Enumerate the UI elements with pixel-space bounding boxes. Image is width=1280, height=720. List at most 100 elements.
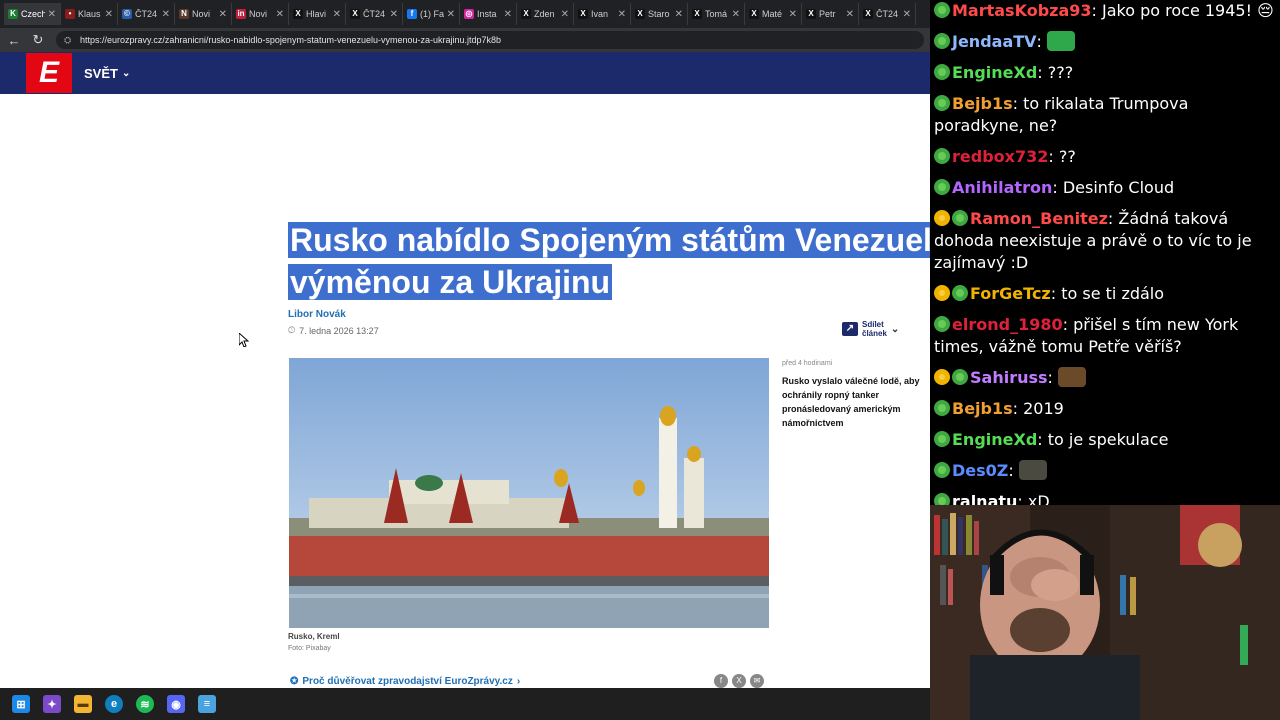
browser-tab[interactable]: X Maté ✕	[745, 3, 802, 25]
chat-username[interactable]: Sahiruss	[970, 368, 1048, 387]
trust-link[interactable]: ✪ Proč důvěřovat zpravodajství EuroZpráv…	[290, 676, 520, 687]
chat-username[interactable]: JendaaTV	[952, 32, 1037, 51]
address-bar: ← ↻ ⛭ https://eurozpravy.cz/zahranicni/r…	[0, 28, 930, 52]
tab-close-icon[interactable]: ✕	[105, 9, 113, 20]
tab-close-icon[interactable]: ✕	[846, 9, 854, 20]
chat-message: Bejb1s: to rikalata Trumpova poradkyne, …	[934, 93, 1280, 137]
platform-badge-icon	[934, 400, 950, 416]
tab-close-icon[interactable]: ✕	[561, 9, 569, 20]
copilot-icon[interactable]: ✦	[43, 695, 61, 713]
tab-close-icon[interactable]: ✕	[390, 9, 398, 20]
tab-label: Czech	[21, 9, 45, 19]
tab-close-icon[interactable]: ✕	[447, 9, 455, 20]
subscriber-badge-icon	[934, 285, 950, 301]
tab-label: Staro	[648, 9, 670, 19]
facebook-icon[interactable]: f	[714, 674, 728, 688]
site-logo[interactable]: E	[26, 53, 72, 93]
browser-tab[interactable]: X Staro ✕	[631, 3, 688, 25]
chat-username[interactable]: elrond_1980	[952, 315, 1063, 334]
browser-tab[interactable]: X Tomá ✕	[688, 3, 745, 25]
chat-separator: :	[1037, 63, 1048, 82]
browser-tab[interactable]: X Ivan ✕	[574, 3, 631, 25]
chat-username[interactable]: Ramon_Benitez	[970, 209, 1108, 228]
chat-message: EngineXd: to je spekulace	[934, 429, 1280, 451]
url-field[interactable]: ⛭ https://eurozpravy.cz/zahranicni/rusko…	[56, 31, 924, 49]
headline-line-1: Rusko nabídlo Spojeným státům Venezuelu	[288, 222, 930, 258]
tab-close-icon[interactable]: ✕	[504, 9, 512, 20]
spotify-icon[interactable]: ≋	[136, 695, 154, 713]
share-label-2: článek	[862, 329, 887, 338]
social-icons: f X ✉	[714, 674, 764, 688]
edge-icon[interactable]: e	[105, 695, 123, 713]
chevron-down-icon: ⌄	[890, 323, 900, 335]
x-icon[interactable]: X	[732, 674, 746, 688]
tab-close-icon[interactable]: ✕	[903, 9, 911, 20]
windows-start-icon[interactable]: ⊞	[12, 695, 30, 713]
notepad-icon[interactable]: ≡	[198, 695, 216, 713]
tab-close-icon[interactable]: ✕	[276, 9, 284, 20]
chat-username[interactable]: ForGeTcz	[970, 284, 1051, 303]
reload-icon[interactable]: ↻	[28, 30, 48, 50]
site-info-icon[interactable]: ⛭	[64, 35, 74, 45]
chat-username[interactable]: Des0Z	[952, 461, 1008, 480]
tab-favicon-icon: X	[350, 9, 360, 19]
chat-username[interactable]: Bejb1s	[952, 399, 1013, 418]
share-icon: ↗	[842, 322, 858, 336]
browser-tab[interactable]: • Klaus ✕	[61, 3, 118, 25]
platform-badge-icon	[934, 462, 950, 478]
browser-tab[interactable]: X Hlavi ✕	[289, 3, 346, 25]
tab-close-icon[interactable]: ✕	[732, 9, 740, 20]
browser-tab[interactable]: X ČT24 ✕	[346, 3, 403, 25]
chat-username[interactable]: EngineXd	[952, 63, 1037, 82]
browser-tab[interactable]: f (1) Fa ✕	[403, 3, 460, 25]
browser-tab[interactable]: X Zden ✕	[517, 3, 574, 25]
kremlin-image	[289, 358, 769, 628]
chat-username[interactable]: ralnatu	[952, 492, 1017, 505]
chat-username[interactable]: EngineXd	[952, 430, 1037, 449]
tab-close-icon[interactable]: ✕	[618, 9, 626, 20]
chat-message: EngineXd: ???	[934, 62, 1280, 84]
chat-username[interactable]: Bejb1s	[952, 94, 1013, 113]
platform-badge-icon	[934, 316, 950, 332]
file-explorer-icon[interactable]: ▬	[74, 695, 92, 713]
tab-close-icon[interactable]: ✕	[789, 9, 797, 20]
chat-username[interactable]: Anihilatron	[952, 178, 1052, 197]
related-article-link[interactable]: Rusko vyslalo válečné lodě, aby ochránil…	[782, 374, 930, 430]
browser-tab[interactable]: © ČT24 ✕	[118, 3, 175, 25]
tab-close-icon[interactable]: ✕	[48, 9, 56, 20]
browser-tab[interactable]: X Petr ✕	[802, 3, 859, 25]
platform-badge-icon	[934, 148, 950, 164]
browser-tab[interactable]: K Czech ✕	[4, 3, 61, 25]
platform-badge-icon	[934, 2, 950, 18]
browser-tab[interactable]: ◎ Insta ✕	[460, 3, 517, 25]
tab-close-icon[interactable]: ✕	[162, 9, 170, 20]
tab-label: Insta	[477, 9, 497, 19]
discord-icon[interactable]: ◉	[167, 695, 185, 713]
chat-separator: :	[1050, 284, 1062, 303]
tab-close-icon[interactable]: ✕	[333, 9, 341, 20]
back-icon[interactable]: ←	[4, 30, 24, 50]
browser-tab[interactable]: X ČT24 ✕	[859, 3, 916, 25]
article-photo[interactable]	[289, 358, 769, 628]
browser-tab[interactable]: N Novi ✕	[175, 3, 232, 25]
tab-close-icon[interactable]: ✕	[675, 9, 683, 20]
author-link[interactable]: Libor Novák	[288, 309, 346, 320]
chat-separator: :	[1107, 209, 1119, 228]
tab-close-icon[interactable]: ✕	[219, 9, 227, 20]
subscriber-badge-icon	[934, 369, 950, 385]
email-icon[interactable]: ✉	[750, 674, 764, 688]
chat-username[interactable]: MartasKobza93	[952, 1, 1092, 20]
chat-separator: :	[1091, 1, 1102, 20]
browser-window: K Czech ✕ • Klaus ✕ © ČT24 ✕ N Novi ✕ in Novi ✕ X Hlavi ✕…	[0, 0, 930, 688]
chat-username[interactable]: redbox732	[952, 147, 1048, 166]
chat-separator: :	[1012, 399, 1024, 418]
share-label-1: Sdílet	[862, 320, 884, 329]
chat-separator: :	[1037, 430, 1048, 449]
section-menu[interactable]: SVĚT ⌄	[84, 66, 130, 81]
verified-icon: ✪	[290, 676, 299, 687]
chat-separator: :	[1052, 178, 1063, 197]
browser-tab[interactable]: in Novi ✕	[232, 3, 289, 25]
share-button[interactable]: ↗ Sdílet článek ⌄	[842, 320, 899, 338]
tab-favicon-icon: X	[635, 9, 645, 19]
platform-badge-icon	[952, 210, 968, 226]
